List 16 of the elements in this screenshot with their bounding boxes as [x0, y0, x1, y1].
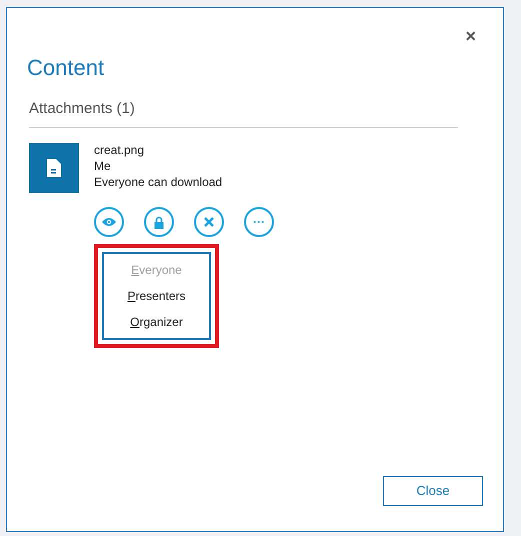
lock-button[interactable]: [144, 207, 174, 237]
document-icon: [47, 159, 61, 177]
close-icon: [204, 217, 214, 227]
close-button[interactable]: Close: [383, 476, 483, 506]
view-button[interactable]: [94, 207, 124, 237]
menu-item[interactable]: Presenters: [127, 286, 186, 306]
remove-button[interactable]: [194, 207, 224, 237]
file-permission: Everyone can download: [94, 174, 222, 190]
file-name: creat.png: [94, 142, 146, 158]
more-icon: ···: [253, 216, 265, 228]
eye-icon: [102, 217, 116, 227]
menu-item[interactable]: Organizer: [130, 312, 183, 332]
section-heading: Attachments (1): [29, 101, 136, 116]
dialog-title: Content: [27, 57, 106, 79]
file-owner: Me: [94, 158, 112, 174]
lock-icon: [154, 216, 164, 228]
